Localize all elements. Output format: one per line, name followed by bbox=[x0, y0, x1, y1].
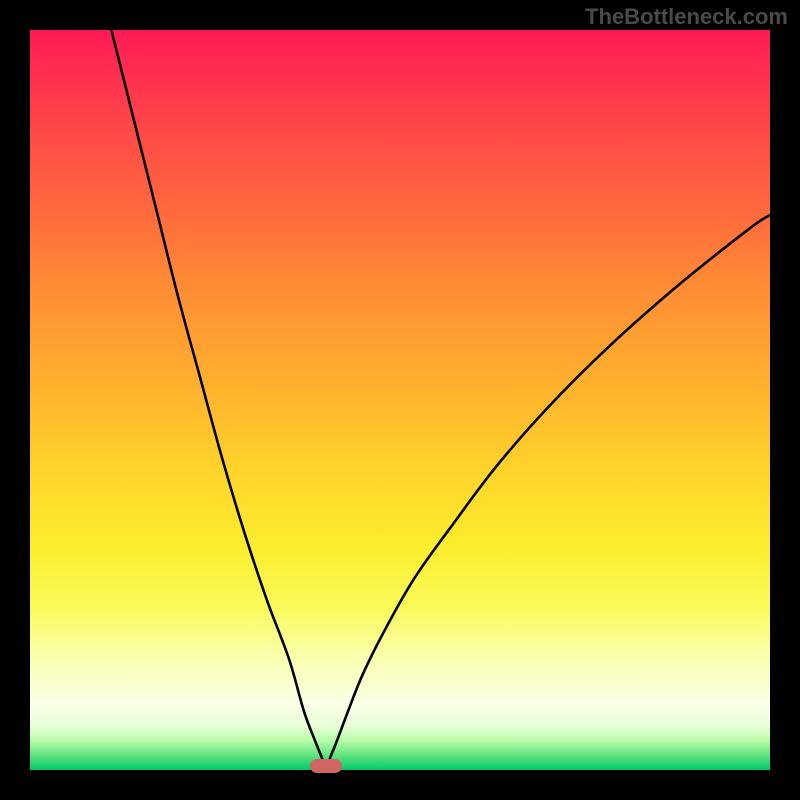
watermark-text: TheBottleneck.com bbox=[585, 4, 788, 30]
gradient-plot-area bbox=[30, 30, 770, 770]
chart-frame: TheBottleneck.com bbox=[0, 0, 800, 800]
